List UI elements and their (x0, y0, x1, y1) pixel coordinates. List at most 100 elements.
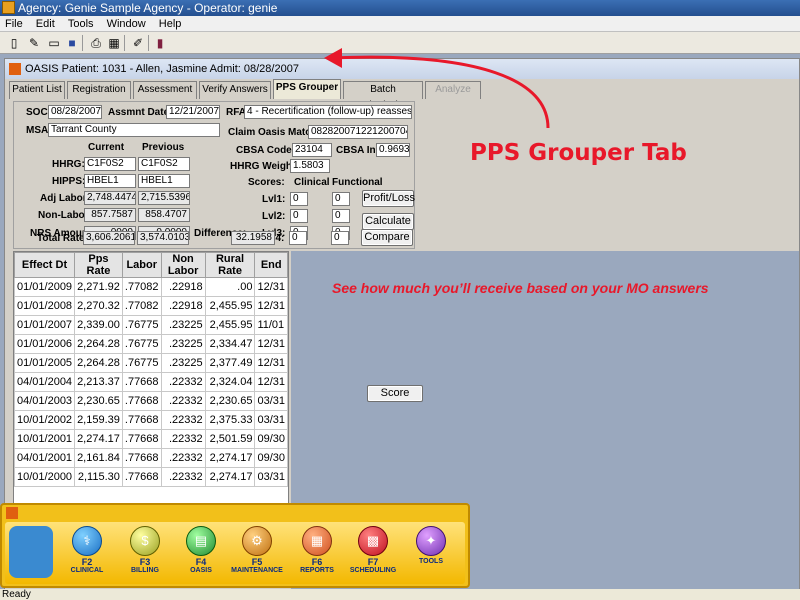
status-bar: Ready (0, 589, 800, 600)
save-icon[interactable]: ■ (64, 35, 80, 51)
table-cell: 2,455.95 (204, 296, 256, 316)
hipps-previous-field[interactable]: HBEL1 (138, 174, 190, 188)
col-labor[interactable]: Labor (121, 252, 162, 278)
col-end[interactable]: End (254, 252, 288, 278)
assmnt-date-field[interactable]: 12/21/2007 (166, 105, 220, 119)
clinical-icon: ⚕ (72, 526, 102, 556)
print-icon[interactable]: ⎙ (88, 35, 104, 51)
lvl1-clinical-field[interactable]: 0 (290, 192, 308, 206)
table-row[interactable]: 10/01/2002 2,159.39.77668.22332 2,375.33 03… (14, 410, 288, 430)
hhrg-label: HHRG: (52, 159, 85, 170)
table-cell: .77668 (121, 429, 162, 449)
table-cell: 10/01/2002 (14, 410, 76, 430)
cbsa-code-field[interactable]: 23104 (292, 143, 332, 157)
dock-reports[interactable]: ▦ F6 REPORTS (289, 526, 345, 575)
toolbar-divider (124, 35, 125, 51)
table-row[interactable]: 01/01/2008 2,270.32.77082.22918 2,455.95 12… (14, 296, 288, 316)
lvl4-functional-field[interactable]: 0 (331, 231, 349, 245)
table-cell: .77668 (121, 448, 162, 468)
oasis-clipboard-icon: ▤ (186, 526, 216, 556)
hipps-current-field[interactable]: HBEL1 (84, 174, 136, 188)
table-cell: 2,230.65 (204, 391, 256, 411)
calculate-button[interactable]: Calculate (362, 213, 414, 230)
table-row[interactable]: 04/01/2004 2,213.37.77668.22332 2,324.04 12… (14, 372, 288, 392)
cbsa-code-label: CBSA Code: (236, 145, 296, 156)
msa-field[interactable]: Tarrant County (48, 123, 220, 137)
functional-label: Functional (332, 177, 383, 188)
non-labor-current-field: 857.7587 (84, 208, 136, 222)
pencil-icon[interactable]: ✐ (130, 35, 146, 51)
menu-window[interactable]: Window (102, 16, 151, 32)
table-row[interactable]: 01/01/2007 2,339.00.76775.23225 2,455.95 11… (14, 315, 288, 335)
table-row[interactable]: 10/01/2001 2,274.17.77668.22332 2,501.59 09… (14, 429, 288, 449)
tab-assessment[interactable]: Assessment (133, 81, 197, 99)
hhrg-current-field[interactable]: C1F0S2 (84, 157, 136, 171)
col-rural-rate[interactable]: Rural Rate (204, 252, 256, 278)
module-dock: ⚕ F2 CLINICAL $ F3 BILLING ▤ F4 OASIS ⚙ … (0, 503, 470, 588)
lvl1-functional-field[interactable]: 0 (332, 192, 350, 206)
table-cell: .00 (204, 277, 256, 297)
lvl2-clinical-field[interactable]: 0 (290, 209, 308, 223)
reports-icon: ▦ (302, 526, 332, 556)
pps-grouper-panel: SOC: 08/28/2007 Assmnt Date: 12/21/2007 … (13, 101, 415, 249)
table-row[interactable]: 10/01/2000 2,115.30.77668.22332 2,274.17 03… (14, 467, 288, 487)
table-row[interactable]: 04/01/2001 2,161.84.77668.22332 2,274.17 09… (14, 448, 288, 468)
menu-file[interactable]: File (0, 16, 28, 32)
col-pps-rate[interactable]: Pps Rate (74, 252, 123, 278)
lvl1-label: Lvl1: (262, 194, 286, 205)
dock-maintenance[interactable]: ⚙ F5 MAINTENANCE (229, 526, 285, 575)
menu-edit[interactable]: Edit (31, 16, 60, 32)
col-effect-dt[interactable]: Effect Dt (14, 252, 76, 278)
open-folder-icon[interactable]: ▭ (46, 35, 62, 51)
profit-loss-button[interactable]: Profit/Loss (362, 190, 415, 207)
soc-field[interactable]: 08/28/2007 (48, 105, 102, 119)
dock-clinical[interactable]: ⚕ F2 CLINICAL (59, 526, 115, 575)
edit-icon[interactable]: ✎ (26, 35, 42, 51)
claim-oasis-match-field[interactable]: 082820071221200704 (308, 125, 408, 139)
compare-button[interactable]: Compare (361, 229, 413, 246)
dock-billing[interactable]: $ F3 BILLING (117, 526, 173, 575)
table-cell: 2,324.04 (204, 372, 256, 392)
dock-oasis[interactable]: ▤ F4 OASIS (173, 526, 229, 575)
tab-patient-list[interactable]: Patient List (9, 81, 65, 99)
dock-scheduling[interactable]: ▩ F7 SCHEDULING (345, 526, 401, 575)
rfa-field[interactable]: 4 - Recertification (follow-up) reassess (244, 105, 412, 119)
annotation-subtitle: See how much you’ll receive based on you… (332, 280, 709, 296)
col-non-labor[interactable]: Non Labor (160, 252, 206, 278)
hhrg-previous-field[interactable]: C1F0S2 (138, 157, 190, 171)
table-row[interactable]: 01/01/2006 2,264.28.76775.23225 2,334.47 12… (14, 334, 288, 354)
cbsa-index-field[interactable]: 0.9693 (376, 143, 410, 157)
tab-analyze: Analyze (425, 81, 481, 99)
table-cell: 12/31 (254, 353, 288, 373)
table-row[interactable]: 01/01/2009 2,271.92.77082.22918.00 12/31 (14, 277, 288, 297)
table-row[interactable]: 01/01/2005 2,264.28.76775.23225 2,377.49 12… (14, 353, 288, 373)
tab-registration[interactable]: Registration (67, 81, 131, 99)
table-cell: 01/01/2009 (14, 277, 76, 297)
calendar-icon[interactable]: ▦ (106, 35, 122, 51)
dock-label: BILLING (131, 567, 159, 574)
table-cell: 09/30 (254, 429, 288, 449)
table-cell: 2,334.47 (204, 334, 256, 354)
toolbar-divider (148, 35, 149, 51)
tab-pps-grouper[interactable]: PPS Grouper (273, 79, 341, 99)
dock-tools[interactable]: ✦ TOOLS (403, 526, 459, 566)
menu-tools[interactable]: Tools (63, 16, 99, 32)
tab-batch-submission[interactable]: Batch Submission (343, 81, 423, 111)
menu-help[interactable]: Help (154, 16, 187, 32)
lvl4-clinical-field[interactable]: 0 (289, 231, 307, 245)
table-cell: 2,501.59 (204, 429, 256, 449)
table-cell: 2,274.17 (204, 467, 256, 487)
table-cell: 2,159.39 (74, 410, 123, 430)
oasis-icon (9, 63, 21, 75)
hhrg-weight-field[interactable]: 1.5803 (290, 159, 330, 173)
table-cell: 01/01/2007 (14, 315, 76, 335)
book-icon[interactable]: ▮ (152, 35, 168, 51)
table-cell: .22332 (160, 372, 206, 392)
score-button[interactable]: Score (367, 385, 423, 402)
table-row[interactable]: 04/01/2003 2,230.65.77668.22332 2,230.65 03… (14, 391, 288, 411)
tab-verify-answers[interactable]: Verify Answers (199, 81, 271, 99)
table-cell: 03/31 (254, 391, 288, 411)
lvl2-label: Lvl2: (262, 211, 286, 222)
new-icon[interactable]: ▯ (6, 35, 22, 51)
lvl2-functional-field[interactable]: 0 (332, 209, 350, 223)
